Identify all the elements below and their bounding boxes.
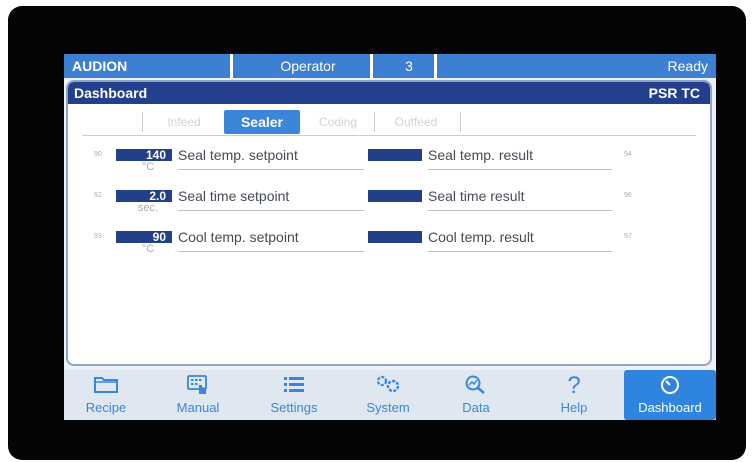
row-tag: 92 [94, 192, 102, 199]
nav-settings-button[interactable]: Settings [254, 370, 334, 420]
keypad-hand-icon [158, 370, 238, 398]
line-number: 3 [405, 58, 413, 74]
app-name: AUDION [72, 58, 128, 74]
nav-label: Data [462, 400, 490, 415]
panel-title: Dashboard [74, 85, 148, 101]
dashboard-panel: Dashboard PSR TC Infeed Sealer Coding Ou… [66, 80, 712, 366]
row-tag: 90 [94, 151, 102, 158]
status-separator [370, 54, 373, 78]
setpoint-label: Seal temp. setpoint [178, 146, 364, 170]
machine-model: PSR TC [648, 85, 700, 101]
tab-outfeed[interactable]: Outfeed [378, 110, 454, 134]
question-icon: ? [567, 372, 581, 399]
nav-label: Manual [176, 400, 220, 415]
row-tag: 93 [94, 233, 102, 240]
result-value [368, 231, 422, 243]
bottom-navigation: Recipe Manual Settings System Data ? Hel… [64, 370, 716, 420]
status-bar: AUDION Operator 3 Ready [64, 54, 716, 78]
nav-label: System [366, 400, 410, 415]
magnifier-chart-icon [436, 370, 516, 398]
tab-separator [142, 112, 143, 132]
tabs-underline [82, 135, 696, 136]
nav-label: Recipe [85, 400, 127, 415]
nav-label: Settings [270, 400, 318, 415]
parameter-row: 92 2.0 sec. Seal time setpoint Seal time… [68, 187, 710, 227]
unit-label: sec. [137, 202, 159, 214]
nav-label: Help [560, 400, 588, 415]
unit-label: °C [141, 243, 155, 255]
tab-sealer[interactable]: Sealer [224, 110, 300, 134]
hmi-screen: AUDION Operator 3 Ready Dashboard PSR TC… [64, 54, 716, 420]
setpoint-label: Seal time setpoint [178, 187, 364, 211]
nav-label: Dashboard [638, 400, 702, 415]
status-separator [230, 54, 233, 78]
status-separator [434, 54, 437, 78]
nav-data-button[interactable]: Data [436, 370, 516, 420]
tab-coding[interactable]: Coding [304, 110, 372, 134]
nav-dashboard-button[interactable]: Dashboard [624, 370, 716, 420]
setpoint-value[interactable]: 2.0 [116, 190, 172, 202]
folder-icon [68, 370, 144, 398]
result-label: Seal time result [428, 187, 612, 211]
gears-icon [348, 370, 428, 398]
setpoint-value[interactable]: 140 [116, 149, 172, 161]
nav-help-button[interactable]: ? Help [534, 370, 614, 420]
result-tag: 94 [624, 151, 632, 158]
result-tag: 97 [624, 233, 632, 240]
result-value [368, 190, 422, 202]
setpoint-value[interactable]: 90 [116, 231, 172, 243]
gauge-icon [624, 370, 716, 398]
result-label: Seal temp. result [428, 146, 612, 170]
result-value [368, 149, 422, 161]
nav-manual-button[interactable]: Manual [158, 370, 238, 420]
parameter-row: 93 90 °C Cool temp. setpoint Cool temp. … [68, 228, 710, 268]
result-tag: 96 [624, 192, 632, 199]
unit-label: °C [141, 161, 155, 173]
parameter-row: 90 140 °C Seal temp. setpoint Seal temp.… [68, 146, 710, 186]
setpoint-label: Cool temp. setpoint [178, 228, 364, 252]
result-label: Cool temp. result [428, 228, 612, 252]
nav-system-button[interactable]: System [348, 370, 428, 420]
module-tabs: Infeed Sealer Coding Outfeed [68, 106, 710, 136]
nav-recipe-button[interactable]: Recipe [68, 370, 144, 420]
machine-state: Ready [667, 58, 708, 74]
user-level[interactable]: Operator [263, 58, 353, 74]
tab-separator [374, 112, 375, 132]
list-icon [254, 370, 334, 398]
tab-separator [460, 112, 461, 132]
panel-header: Dashboard PSR TC [68, 82, 710, 104]
tab-infeed[interactable]: Infeed [148, 110, 220, 134]
